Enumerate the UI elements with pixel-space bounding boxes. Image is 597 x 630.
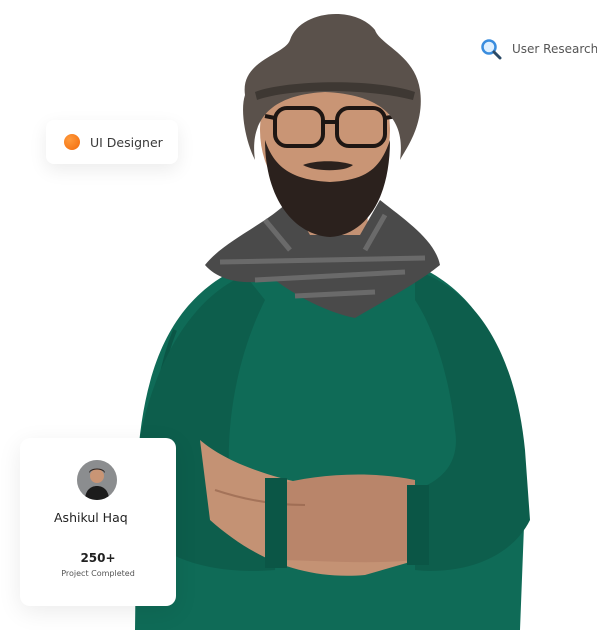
avatar — [77, 460, 117, 500]
project-count-label: Project Completed — [61, 569, 135, 578]
user-research-label: User Research — [512, 42, 597, 56]
profile-name: Ashikul Haq — [54, 510, 128, 525]
person-photo — [135, 13, 530, 630]
user-research-tag: User Research — [480, 37, 597, 61]
project-count: 250+ — [80, 551, 116, 565]
orange-dot-icon — [64, 134, 80, 150]
hero-section: UI Designer User Research Ashikul Haq 25… — [0, 0, 597, 630]
ui-designer-label: UI Designer — [90, 134, 163, 150]
search-icon — [481, 39, 502, 60]
profile-card: Ashikul Haq 250+ Project Completed — [20, 438, 176, 606]
ui-designer-tag: UI Designer — [46, 120, 178, 164]
